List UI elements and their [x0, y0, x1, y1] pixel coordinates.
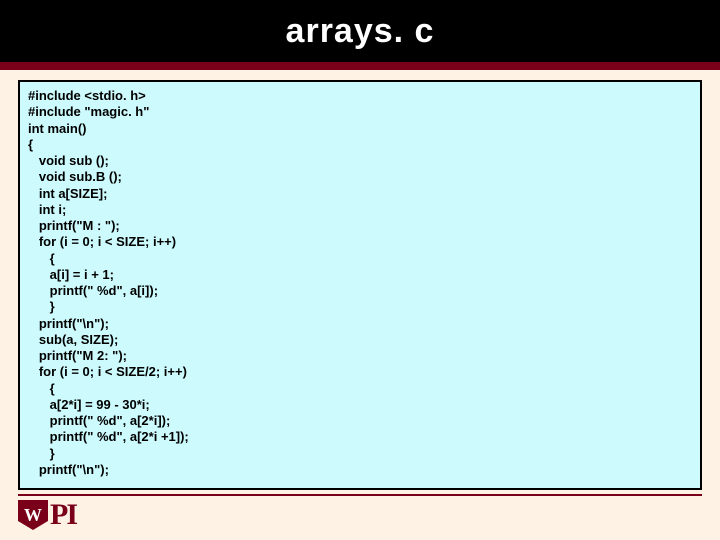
code-content: #include <stdio. h> #include "magic. h" … — [28, 88, 189, 477]
title-bar: arrays. c — [0, 0, 720, 62]
slide-title: arrays. c — [286, 12, 435, 51]
logo-shield-letter: W — [18, 500, 48, 530]
footer-rule — [18, 494, 702, 496]
logo-shield-icon: W — [18, 500, 48, 530]
logo-text: PI — [50, 498, 76, 532]
wpi-logo: W PI — [18, 498, 76, 532]
code-block: #include <stdio. h> #include "magic. h" … — [18, 80, 702, 490]
slide: arrays. c #include <stdio. h> #include "… — [0, 0, 720, 540]
title-underline — [0, 62, 720, 70]
